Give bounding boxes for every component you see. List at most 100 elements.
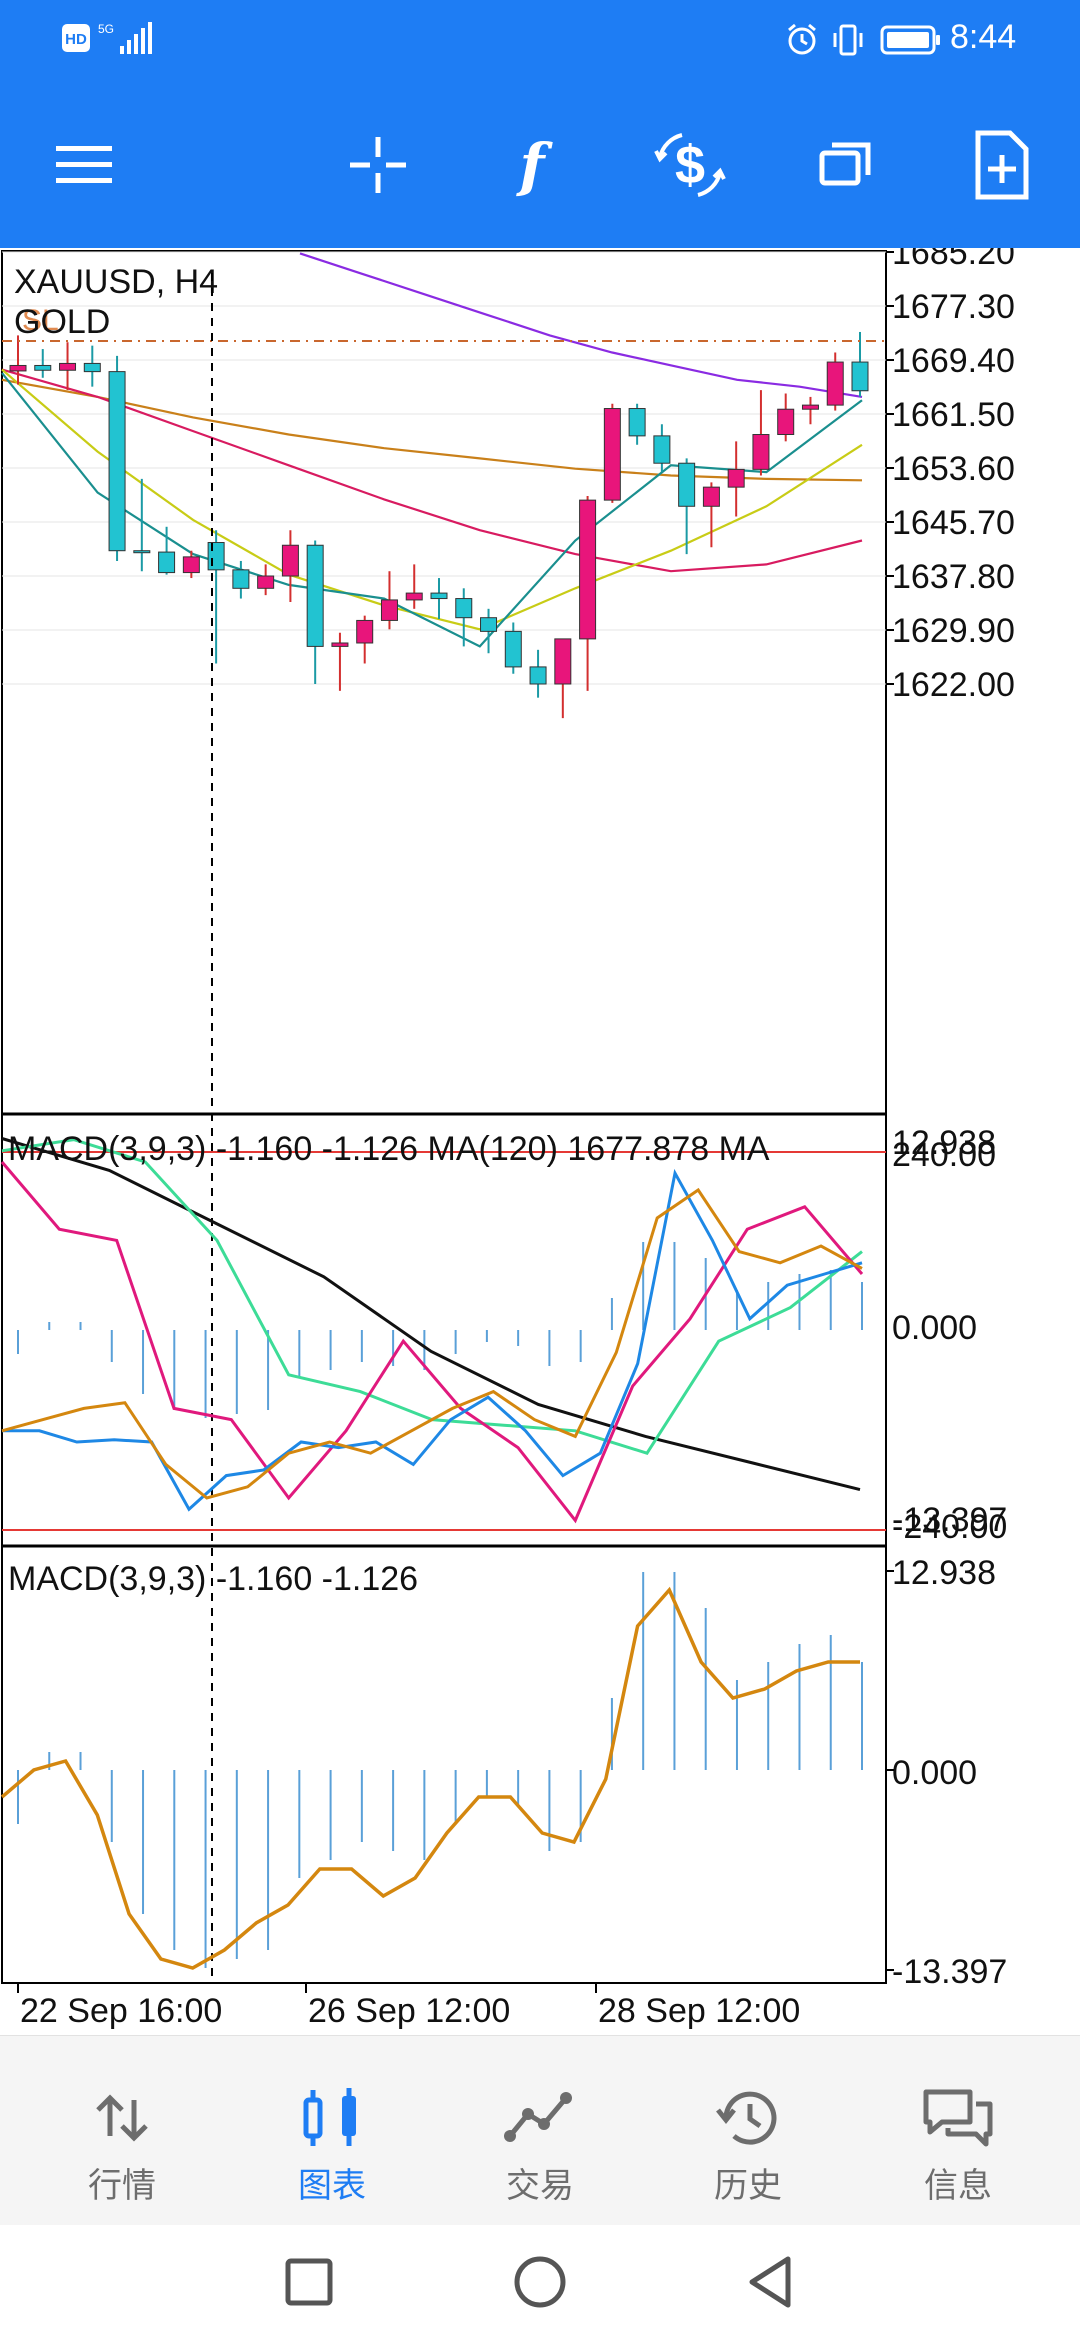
status-bar: HD 5G 8:44	[0, 0, 1080, 80]
price-label: 1645.70	[892, 504, 1015, 542]
macd-pane-label: MACD(3,9,3) -1.160 -1.126	[8, 1560, 418, 1598]
price-label: 1669.40	[892, 342, 1015, 380]
hd-icon: HD	[62, 24, 90, 52]
nav-label: 图表	[298, 2166, 366, 2206]
chart-icon	[303, 2088, 356, 2146]
candle-body	[480, 617, 498, 632]
messages-icon	[923, 2089, 993, 2147]
candle-body	[59, 362, 77, 371]
nav-messages[interactable]: 信息	[868, 2036, 1048, 2226]
time-label-1: 22 Sep 16:00	[20, 1992, 222, 2030]
nav-quotes[interactable]: 行情	[32, 2036, 212, 2226]
nav-history[interactable]: 历史	[658, 2036, 838, 2226]
svg-text:$: $	[675, 135, 705, 195]
candle-body	[628, 408, 646, 437]
recents-icon[interactable]	[274, 2247, 344, 2317]
trade-button[interactable]: $	[650, 120, 730, 210]
trade-icon	[504, 2092, 572, 2142]
macd-axis-zero: 0.000	[892, 1754, 977, 1792]
chart-frame	[1, 250, 887, 1984]
crosshair-button[interactable]	[338, 120, 418, 210]
price-label: 1637.80	[892, 558, 1015, 596]
nav-trade[interactable]: 交易	[450, 2036, 630, 2226]
candle-body	[579, 499, 597, 640]
candle-body	[380, 599, 398, 621]
battery-icon	[880, 25, 940, 55]
history-icon	[716, 2091, 777, 2145]
dollar-trade-icon: $	[654, 133, 726, 197]
symbol-description: GOLD	[14, 303, 110, 341]
macd-ma-pane-label: MACD(3,9,3) -1.160 -1.126 MA(120) 1677.8…	[8, 1130, 770, 1168]
macd-axis-top: 12.938	[892, 1554, 996, 1592]
windows-button[interactable]	[806, 120, 886, 210]
nav-label: 信息	[924, 2166, 992, 2206]
back-icon[interactable]	[736, 2247, 806, 2317]
nav-label: 历史	[714, 2166, 782, 2206]
candle-body	[851, 361, 869, 392]
vibrate-icon	[833, 24, 863, 56]
indicators-icon: f	[516, 131, 554, 199]
candle-body	[752, 434, 770, 470]
candle-body	[653, 435, 671, 464]
candle-body	[232, 569, 250, 589]
price-axis: 1685.20 1677.30 1669.40 1661.50 1653.60 1645.…	[886, 248, 1015, 704]
candle-body	[306, 544, 324, 647]
candle-body	[727, 468, 745, 488]
candle-body	[777, 408, 795, 436]
candle-body	[281, 544, 299, 577]
bottom-navigation: 行情 图表 交易 历史 信息	[0, 2035, 1080, 2226]
svg-text:5G: 5G	[98, 22, 114, 36]
candle-body	[158, 551, 176, 574]
candle-body	[108, 371, 126, 552]
svg-text:HD: HD	[65, 31, 87, 48]
windows-icon	[819, 142, 871, 186]
macd-ma-axis-zero: 0.000	[892, 1309, 977, 1347]
price-label: 1622.00	[892, 666, 1015, 704]
candle-body	[83, 362, 101, 373]
home-icon[interactable]	[505, 2247, 575, 2317]
price-chart[interactable]: SL XAUUSD, H4 GOLD 1685.201677.301669.40…	[0, 248, 1080, 2033]
price-label: 1661.50	[892, 396, 1015, 434]
candle-body	[133, 550, 151, 554]
5g-signal-icon: 5G	[98, 22, 152, 54]
macd-ma-axis-bottom-b: -240.00	[892, 1508, 1007, 1546]
candle-body	[554, 638, 572, 685]
indicators-button[interactable]: f	[492, 120, 572, 210]
candle-body	[801, 404, 819, 410]
candle-body	[405, 592, 423, 601]
menu-icon	[56, 146, 112, 183]
candle-body	[257, 575, 275, 589]
candle-body	[182, 556, 200, 574]
app-bar: HD 5G 8:44 f $	[0, 0, 1080, 248]
macd-ma-axis-top-b: 240.00	[892, 1136, 996, 1174]
candle-body	[356, 619, 374, 644]
time-label-2: 26 Sep 12:00	[308, 1992, 510, 2030]
candle-body	[430, 592, 448, 600]
candle-body	[603, 408, 621, 501]
nav-label: 行情	[88, 2166, 156, 2206]
menu-button[interactable]	[44, 120, 124, 210]
candle-body	[207, 542, 225, 571]
candle-body	[34, 364, 52, 371]
candle-body	[826, 361, 844, 406]
symbol-label: XAUUSD, H4	[14, 263, 218, 301]
price-label: 1653.60	[892, 450, 1015, 488]
status-time: 8:44	[950, 18, 1017, 56]
nav-chart[interactable]: 图表	[242, 2036, 422, 2226]
new-order-icon	[975, 130, 1029, 200]
price-label: 1685.20	[892, 248, 1015, 272]
candle-body	[331, 642, 349, 647]
nav-label: 交易	[506, 2166, 574, 2206]
price-label: 1677.30	[892, 288, 1015, 326]
candle-body	[504, 630, 522, 668]
time-label-3: 28 Sep 12:00	[598, 1992, 800, 2030]
system-navigation-bar	[0, 2225, 1080, 2340]
quotes-icon	[96, 2094, 148, 2142]
crosshair-icon	[350, 137, 406, 193]
alarm-icon	[788, 23, 816, 55]
price-label: 1629.90	[892, 612, 1015, 650]
new-order-button[interactable]	[962, 120, 1042, 210]
candle-body	[702, 486, 720, 507]
svg-text:f: f	[516, 131, 554, 199]
candle-body	[678, 462, 696, 507]
